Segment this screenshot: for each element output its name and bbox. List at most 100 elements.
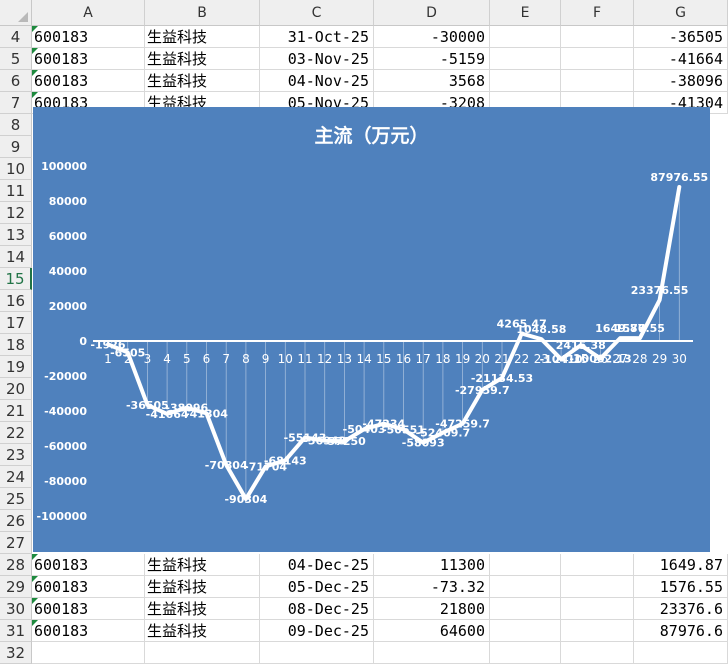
row-header-9[interactable]: 9	[0, 136, 32, 158]
cell-d32[interactable]	[374, 642, 490, 664]
cell-e6[interactable]	[490, 70, 561, 92]
cell-f28[interactable]	[561, 554, 634, 576]
cell-d4[interactable]: -30000	[374, 26, 490, 48]
cell-e32[interactable]	[490, 642, 561, 664]
cell-a29[interactable]: 600183	[32, 576, 145, 598]
row-header-20[interactable]: 20	[0, 378, 32, 400]
row-header-12[interactable]: 12	[0, 202, 32, 224]
cell-b5[interactable]: 生益科技	[145, 48, 260, 70]
cell-g32[interactable]	[634, 642, 728, 664]
x-tick-label: 16	[396, 352, 411, 366]
cell-g5[interactable]: -41664	[634, 48, 728, 70]
cell-e5[interactable]	[490, 48, 561, 70]
cell-e31[interactable]	[490, 620, 561, 642]
row-header-13[interactable]: 13	[0, 224, 32, 246]
column-header-f[interactable]: F	[561, 0, 634, 26]
cell-f4[interactable]	[561, 26, 634, 48]
x-tick-label: 10	[278, 352, 293, 366]
cell-f5[interactable]	[561, 48, 634, 70]
row-header-22[interactable]: 22	[0, 422, 32, 444]
row-header-11[interactable]: 11	[0, 180, 32, 202]
cell-e28[interactable]	[490, 554, 561, 576]
row-header-16[interactable]: 16	[0, 290, 32, 312]
data-label: -27959.7	[455, 384, 510, 397]
cell-c6[interactable]: 04-Nov-25	[260, 70, 374, 92]
cell-c31[interactable]: 09-Dec-25	[260, 620, 374, 642]
column-header-e[interactable]: E	[490, 0, 561, 26]
cell-e4[interactable]	[490, 26, 561, 48]
row-header-21[interactable]: 21	[0, 400, 32, 422]
column-header-c[interactable]: C	[260, 0, 374, 26]
cell-a6[interactable]: 600183	[32, 70, 145, 92]
cell-d29[interactable]: -73.32	[374, 576, 490, 598]
row-header-31[interactable]: 31	[0, 620, 32, 642]
row-header-5[interactable]: 5	[0, 48, 32, 70]
row-header-25[interactable]: 25	[0, 488, 32, 510]
select-all-corner[interactable]	[0, 0, 32, 26]
cell-g28[interactable]: 1649.87	[634, 554, 728, 576]
cell-g6[interactable]: -38096	[634, 70, 728, 92]
cell-g31[interactable]: 87976.6	[634, 620, 728, 642]
row-header-27[interactable]: 27	[0, 532, 32, 554]
cell-d28[interactable]: 11300	[374, 554, 490, 576]
cell-b28[interactable]: 生益科技	[145, 554, 260, 576]
cell-f6[interactable]	[561, 70, 634, 92]
cell-e30[interactable]	[490, 598, 561, 620]
cell-b31[interactable]: 生益科技	[145, 620, 260, 642]
row-header-26[interactable]: 26	[0, 510, 32, 532]
cell-a4[interactable]: 600183	[32, 26, 145, 48]
cell-g29[interactable]: 1576.55	[634, 576, 728, 598]
row-header-15[interactable]: 15	[0, 268, 32, 290]
cell-c4[interactable]: 31-Oct-25	[260, 26, 374, 48]
y-tick-label: 20000	[49, 300, 88, 313]
row-header-32[interactable]: 32	[0, 642, 32, 664]
cell-g30[interactable]: 23376.6	[634, 598, 728, 620]
row-header-4[interactable]: 4	[0, 26, 32, 48]
row-header-10[interactable]: 10	[0, 158, 32, 180]
cell-a28[interactable]: 600183	[32, 554, 145, 576]
row-header-8[interactable]: 8	[0, 114, 32, 136]
row-header-23[interactable]: 23	[0, 444, 32, 466]
row-header-18[interactable]: 18	[0, 334, 32, 356]
row-header-17[interactable]: 17	[0, 312, 32, 334]
row-header-6[interactable]: 6	[0, 70, 32, 92]
cell-d6[interactable]: 3568	[374, 70, 490, 92]
data-label: -21134.53	[471, 372, 533, 385]
cell-f32[interactable]	[561, 642, 634, 664]
row-header-14[interactable]: 14	[0, 246, 32, 268]
cell-a5[interactable]: 600183	[32, 48, 145, 70]
cell-c28[interactable]: 04-Dec-25	[260, 554, 374, 576]
column-header-d[interactable]: D	[374, 0, 490, 26]
cell-f30[interactable]	[561, 598, 634, 620]
cell-e29[interactable]	[490, 576, 561, 598]
cell-c5[interactable]: 03-Nov-25	[260, 48, 374, 70]
column-header-b[interactable]: B	[145, 0, 260, 26]
row-header-19[interactable]: 19	[0, 356, 32, 378]
cell-b4[interactable]: 生益科技	[145, 26, 260, 48]
cell-b29[interactable]: 生益科技	[145, 576, 260, 598]
cell-d5[interactable]: -5159	[374, 48, 490, 70]
cell-c32[interactable]	[260, 642, 374, 664]
column-header-a[interactable]: A	[32, 0, 145, 26]
row-header-30[interactable]: 30	[0, 598, 32, 620]
cell-g4[interactable]: -36505	[634, 26, 728, 48]
cell-c29[interactable]: 05-Dec-25	[260, 576, 374, 598]
cell-d30[interactable]: 21800	[374, 598, 490, 620]
line-chart[interactable]: 主流（万元） 100000 80000 60000 40000 20000 0 -20000…	[33, 107, 710, 552]
cell-a32[interactable]	[32, 642, 145, 664]
y-tick-label: -40000	[44, 405, 87, 418]
cell-c30[interactable]: 08-Dec-25	[260, 598, 374, 620]
cell-b6[interactable]: 生益科技	[145, 70, 260, 92]
cell-b32[interactable]	[145, 642, 260, 664]
row-header-28[interactable]: 28	[0, 554, 32, 576]
cell-b30[interactable]: 生益科技	[145, 598, 260, 620]
cell-f29[interactable]	[561, 576, 634, 598]
cell-a30[interactable]: 600183	[32, 598, 145, 620]
row-header-29[interactable]: 29	[0, 576, 32, 598]
row-header-24[interactable]: 24	[0, 466, 32, 488]
cell-a31[interactable]: 600183	[32, 620, 145, 642]
column-header-g[interactable]: G	[634, 0, 728, 26]
row-header-7[interactable]: 7	[0, 92, 32, 114]
cell-d31[interactable]: 64600	[374, 620, 490, 642]
cell-f31[interactable]	[561, 620, 634, 642]
